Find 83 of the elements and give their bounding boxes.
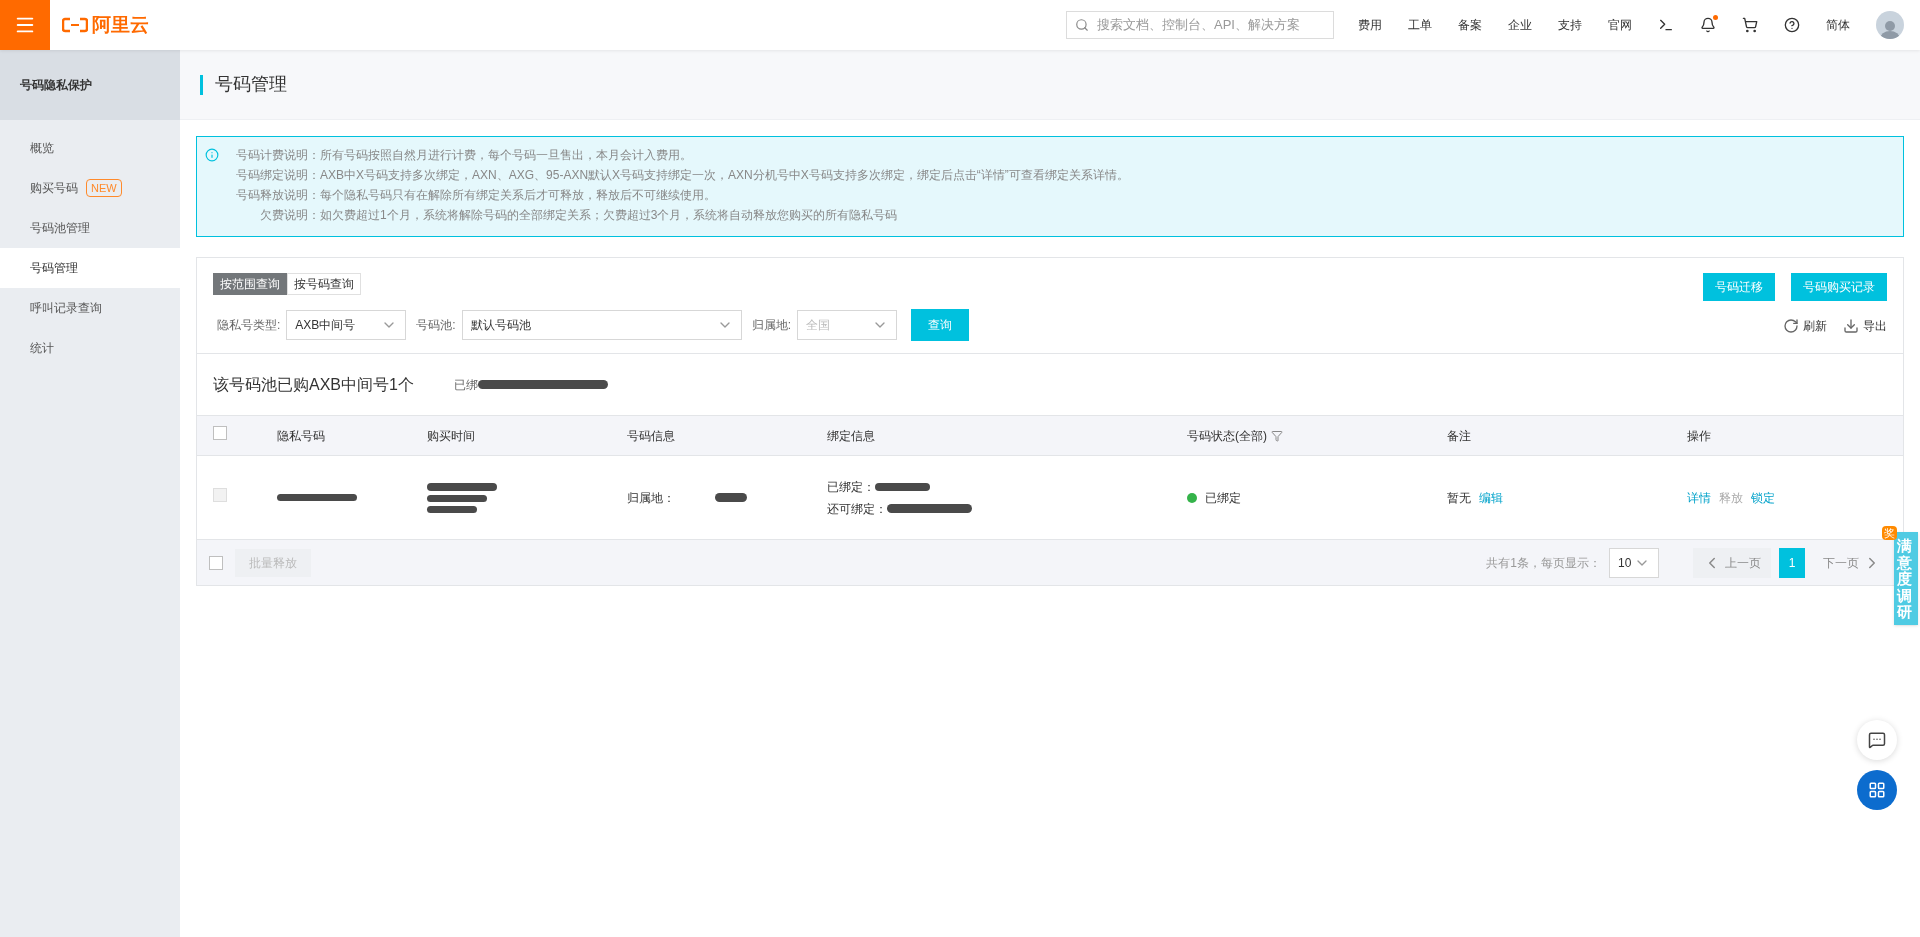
sidebar-item[interactable]: 号码管理 [0,248,180,288]
info-icon [205,148,219,162]
sidebar-item[interactable]: 号码池管理 [0,208,180,248]
terminal-icon[interactable] [1658,17,1674,33]
sidebar-item[interactable]: 呼叫记录查询 [0,288,180,328]
help-icon[interactable] [1784,17,1800,33]
filter-select[interactable]: AXB中间号 [286,310,407,340]
filter-icon[interactable] [1271,429,1283,442]
nav-link[interactable]: 支持 [1558,16,1582,34]
status-text: 已绑定 [1205,489,1241,507]
total-text: 共有1条，每页显示： [1486,554,1601,572]
search-icon [1075,18,1089,32]
column-header: 隐私号码 [277,427,325,445]
refresh-icon [1783,318,1799,334]
sidebar-label: 概览 [30,140,54,157]
filter-select[interactable]: 默认号码池 [461,310,742,340]
bound-label: 已绑定： [827,478,875,496]
notice-text: 如欠费超过1个月，系统将解除号码的全部绑定关系；欠费超过3个月，系统将自动释放您购买的所有隐私号码 [320,207,898,223]
sidebar-label: 号码管理 [30,260,78,277]
redaction-mark [875,482,930,491]
sidebar-header: 号码隐私保护 [0,50,180,120]
notice-label: 欠费说明： [259,207,320,223]
remark-text: 暂无 [1447,489,1471,507]
filter-label: 归属地: [751,317,792,334]
column-header: 操作 [1687,427,1711,445]
logo-text: 阿里云 [92,12,149,37]
redaction-mark [427,482,497,491]
notification-button[interactable] [1700,17,1716,33]
nav-link[interactable]: 企业 [1508,16,1532,34]
query-tab[interactable]: 按号码查询 [287,273,361,295]
page-title: 号码管理 [215,73,287,96]
notice-label: 号码释放说明： [235,187,320,203]
title-accent [200,74,203,95]
notice-text: 所有号码按照自然月进行计费，每个号码一旦售出，本月会计入费用。 [320,147,692,163]
sidebar-item[interactable]: 统计 [0,328,180,368]
column-header: 绑定信息 [827,427,875,445]
checkbox[interactable] [213,426,227,440]
bell-icon [1700,17,1716,33]
refresh-button[interactable]: 刷新 [1783,317,1827,335]
nav-link[interactable]: 费用 [1358,16,1382,34]
search-field[interactable]: 搜索文档、控制台、API、解决方案 [1066,11,1334,39]
column-header: 号码状态(全部) [1187,427,1267,445]
redaction-mark [427,505,477,513]
nav-link[interactable]: 工单 [1408,16,1432,34]
menu-button[interactable] [0,0,50,50]
redaction-mark [715,493,747,502]
column-header: 购买时间 [427,427,475,445]
filter-label: 隐私号类型: [217,317,281,334]
export-button[interactable]: 导出 [1843,317,1887,335]
apps-button[interactable] [1857,770,1897,810]
chat-button[interactable] [1857,720,1897,760]
avatar[interactable] [1876,11,1904,39]
sidebar-label: 号码池管理 [30,220,90,237]
column-header: 号码信息 [627,427,675,445]
notice-text: 每个隐私号码只有在解除所有绑定关系后才可释放，释放后不可继续使用。 [320,187,716,203]
download-icon [1843,318,1859,334]
redaction-mark [427,494,487,502]
query-tab[interactable]: 按范围查询 [213,273,287,295]
remaining-label: 还可绑定： [827,500,887,518]
column-header: 备注 [1447,427,1471,445]
chat-icon [1868,731,1886,749]
page-size-select[interactable]: 10 [1609,547,1659,578]
new-badge: NEW [86,179,122,197]
location-label: 归属地： [627,489,675,507]
sidebar-label: 购买号码 [30,180,78,197]
sidebar-item[interactable]: 概览 [0,128,180,168]
summary-text: 该号码池已购AXB中间号1个 [213,374,414,395]
logo-icon [62,17,88,33]
nav-link[interactable]: 备案 [1458,16,1482,34]
notice-label: 号码绑定说明： [235,167,320,183]
sidebar-item[interactable]: 购买号码 NEW [0,168,180,208]
nav-link[interactable]: 官网 [1608,16,1632,34]
grid-icon [1868,781,1886,799]
award-badge: 奖 [1882,526,1897,540]
language-link[interactable]: 简体 [1826,16,1850,34]
notice-label: 号码计费说明： [235,147,320,163]
cart-icon[interactable] [1742,17,1758,33]
sidebar-label: 呼叫记录查询 [30,300,102,317]
notice-text: AXB中X号码支持多次绑定，AXN、AXG、95-AXN默认X号码支持绑定一次，AXN分机号中X号码支持多次绑定，绑定后点击“详情”可查看绑定关系详情。 [320,167,1129,183]
summary-bound-label: 已绑 [453,376,478,394]
filter-label: 号码池: [416,317,456,334]
checkbox[interactable] [209,555,223,570]
sidebar-label: 统计 [30,340,54,357]
